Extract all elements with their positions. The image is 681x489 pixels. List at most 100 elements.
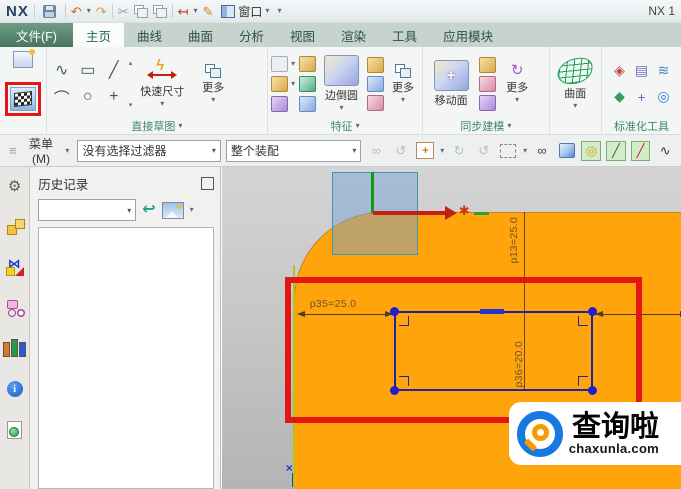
- check-tool-icon[interactable]: ◎: [657, 88, 669, 105]
- more-button-sync[interactable]: ↻ 更多 ▾: [498, 63, 536, 104]
- rotate-view-button[interactable]: ↻: [449, 141, 469, 161]
- chevron-down-icon[interactable]: ▾: [356, 122, 360, 130]
- sketch-icon[interactable]: [12, 49, 35, 68]
- tab-tools[interactable]: 工具: [379, 23, 430, 47]
- undo-caret-icon[interactable]: ▾: [87, 7, 91, 15]
- draft-tool-icon[interactable]: [366, 94, 384, 111]
- chevron-down-icon[interactable]: ▾: [178, 122, 182, 130]
- history-palette-icon[interactable]: [7, 421, 23, 439]
- save-button[interactable]: [40, 1, 60, 21]
- tab-file[interactable]: 文件(F): [0, 23, 73, 47]
- arc-tool-button[interactable]: ⌒: [49, 84, 75, 111]
- menu-button[interactable]: ≡ 菜单(M) ▾: [6, 133, 72, 168]
- point-tool-button[interactable]: +: [101, 84, 127, 111]
- dimension-caret-icon[interactable]: ▾: [193, 7, 197, 15]
- copy-icon[interactable]: [133, 4, 148, 18]
- paint-tool-icon[interactable]: +: [637, 89, 645, 105]
- chevron-down-icon[interactable]: ▾: [291, 79, 295, 88]
- chevron-down-icon[interactable]: ▾: [507, 122, 511, 130]
- chevron-down-icon[interactable]: ▾: [523, 146, 527, 155]
- qat-options-icon[interactable]: ▾: [277, 7, 281, 15]
- spline-snap-button[interactable]: ∿: [655, 141, 675, 161]
- circle-tool-button[interactable]: ○: [75, 84, 101, 111]
- pan-view-button[interactable]: ↺: [474, 141, 494, 161]
- gear-icon[interactable]: ⚙: [8, 177, 21, 195]
- surface-button[interactable]: 曲面 ▾: [553, 55, 597, 110]
- redo-icon[interactable]: ↷: [96, 5, 107, 18]
- chevron-down-icon[interactable]: ▾: [291, 59, 295, 68]
- wave-link-tool-icon[interactable]: ≋: [658, 62, 670, 79]
- snap-point-button[interactable]: +: [416, 141, 436, 161]
- extrude-tool-icon[interactable]: [298, 55, 316, 72]
- history-list[interactable]: [38, 227, 214, 489]
- brush-icon[interactable]: ✎: [203, 5, 214, 18]
- undo-icon[interactable]: ↶: [71, 5, 82, 18]
- unite-tool-icon[interactable]: [270, 95, 288, 112]
- hole-tool-icon[interactable]: [270, 75, 288, 92]
- datum-plane-tool-icon[interactable]: [270, 55, 288, 72]
- pull-face-tool-icon[interactable]: [479, 56, 497, 73]
- more-button-feature[interactable]: 更多 ▾: [386, 63, 420, 104]
- finish-sketch-button[interactable]: [9, 87, 36, 111]
- image-preview-icon[interactable]: [161, 201, 184, 219]
- marquee-select-button[interactable]: [499, 141, 519, 161]
- back-arrow-icon[interactable]: ↩: [142, 202, 155, 218]
- tab-analysis[interactable]: 分析: [226, 23, 277, 47]
- rapid-dimension-button[interactable]: ϟ 快速尺寸 ▾: [134, 57, 190, 108]
- tab-home[interactable]: 主页: [72, 23, 124, 47]
- replace-face-tool-icon[interactable]: [479, 94, 497, 111]
- bounding-body-tool-icon[interactable]: ◈: [614, 62, 625, 79]
- window-menu-button[interactable]: 窗口 ▾: [218, 2, 272, 21]
- tab-surface[interactable]: 曲面: [175, 23, 226, 47]
- layer-tool-icon[interactable]: ▤: [635, 62, 648, 79]
- chevron-down-icon: ▾: [352, 146, 357, 155]
- tab-render[interactable]: 渲染: [328, 23, 379, 47]
- previous-selection-button[interactable]: ↺: [391, 141, 411, 161]
- vertex-handle[interactable]: [587, 307, 597, 316]
- offset-region-tool-icon[interactable]: [479, 75, 497, 92]
- internet-icon[interactable]: i: [6, 381, 23, 397]
- vertex-handle[interactable]: [389, 386, 399, 395]
- tab-view[interactable]: 视图: [277, 23, 328, 47]
- float-panel-icon[interactable]: [200, 176, 214, 190]
- sketch-rectangle[interactable]: [389, 307, 597, 395]
- chamfer-tool-icon[interactable]: [366, 75, 384, 92]
- shaded-cube-button[interactable]: [557, 141, 577, 161]
- reuse-library-icon[interactable]: [3, 339, 27, 357]
- chevron-down-icon: ▾: [401, 94, 406, 104]
- paste-icon[interactable]: [152, 4, 167, 18]
- tab-application[interactable]: 应用模块: [430, 23, 506, 47]
- snap-enable-button[interactable]: ◎: [581, 140, 602, 161]
- glasses-button[interactable]: ∞: [532, 141, 552, 161]
- edge-blend-button[interactable]: 边倒圆 ▾: [318, 55, 365, 112]
- chain-select-button[interactable]: ∞: [366, 141, 386, 161]
- chevron-down-icon[interactable]: ▾: [440, 146, 444, 155]
- pattern-tool-icon[interactable]: [298, 75, 316, 92]
- move-face-button[interactable]: + 移动面: [425, 59, 477, 108]
- line-tool-button[interactable]: ╱: [101, 57, 127, 84]
- tab-curve[interactable]: 曲线: [124, 23, 175, 47]
- line-snap-button[interactable]: ╱: [606, 140, 626, 161]
- constraint-navigator-icon[interactable]: ⋈: [5, 256, 24, 276]
- part-navigator-icon[interactable]: [6, 300, 24, 317]
- viewport[interactable]: ✱ p35=25.0 p13=25.0 p36=20.0 × 查询啦 chaxu…: [220, 167, 681, 489]
- rectangle-tool-button[interactable]: ▭: [75, 57, 101, 84]
- scroll-down-icon[interactable]: ▾: [129, 101, 133, 109]
- cut-icon[interactable]: ✂: [118, 5, 129, 18]
- dimension-style-icon[interactable]: ↤: [178, 5, 189, 18]
- history-filter-combo[interactable]: ▾: [38, 199, 137, 221]
- vertex-handle[interactable]: [389, 307, 399, 316]
- chevron-down-icon[interactable]: ▾: [190, 206, 194, 214]
- shell-tool-icon[interactable]: [366, 56, 384, 73]
- selection-filter-combo[interactable]: 没有选择过滤器 ▾: [77, 139, 221, 162]
- more-button-sketch[interactable]: 更多 ▾: [192, 63, 234, 104]
- scroll-up-icon[interactable]: ▴: [129, 59, 133, 67]
- endpoint-snap-button[interactable]: ╱: [630, 140, 651, 161]
- profile-tool-button[interactable]: ∿: [49, 57, 75, 84]
- vertex-handle[interactable]: [587, 386, 597, 395]
- selection-scope-combo[interactable]: 整个装配 ▾: [225, 139, 362, 162]
- dimension-label-offset[interactable]: p13=25.0: [508, 217, 520, 264]
- cleanup-tool-icon[interactable]: ◆: [614, 88, 625, 105]
- trim-tool-icon[interactable]: [298, 95, 316, 112]
- assembly-navigator-icon[interactable]: [6, 219, 25, 235]
